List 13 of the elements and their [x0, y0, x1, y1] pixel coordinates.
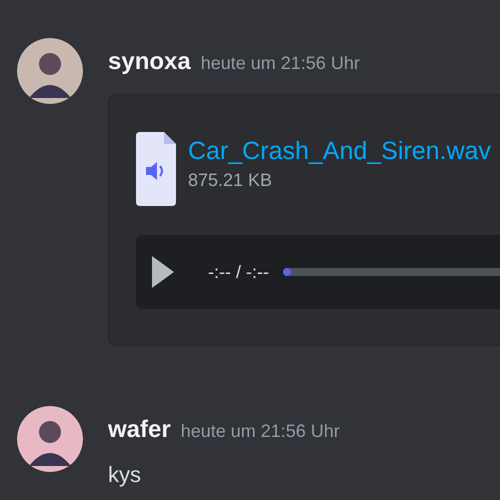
timestamp: heute um 21:56 Uhr: [180, 420, 340, 443]
timestamp: heute um 21:56 Uhr: [200, 52, 360, 75]
avatar[interactable]: [17, 406, 83, 472]
progress-track[interactable]: [282, 268, 500, 276]
file-size: 875.21 KB: [188, 169, 274, 192]
play-icon[interactable]: [150, 254, 176, 290]
username[interactable]: wafer: [108, 412, 171, 448]
message-text: kys: [108, 461, 142, 489]
file-name-link[interactable]: Car_Crash_And_Siren.wav: [188, 134, 491, 168]
avatar[interactable]: [17, 38, 83, 104]
username[interactable]: synoxa: [108, 44, 191, 80]
audio-file-icon: [136, 132, 176, 206]
playback-time: -:-- / -:--: [208, 260, 269, 284]
